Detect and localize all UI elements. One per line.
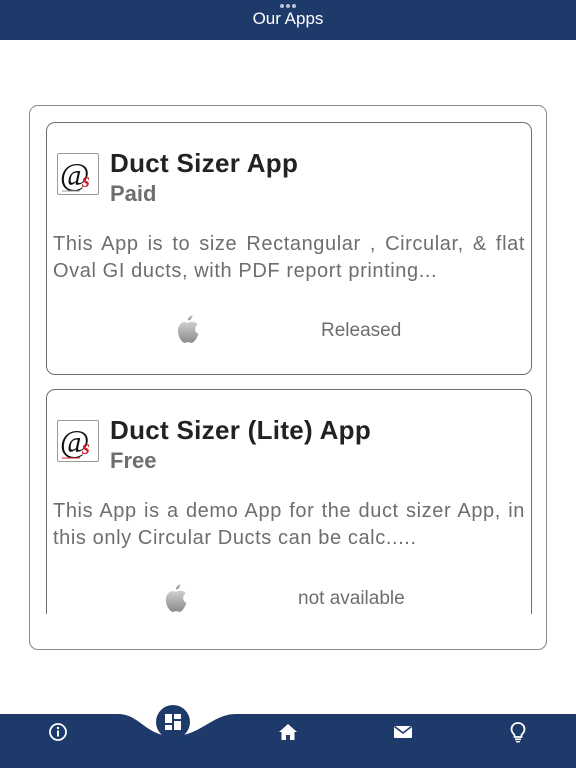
svg-text:s: s: [81, 437, 90, 459]
apps-list-container: @ s Duct Sizer App Paid This App is to s…: [29, 105, 547, 650]
app-description: This App is a demo App for the duct size…: [53, 500, 525, 549]
app-description: This App is to size Rectangular , Circul…: [53, 233, 525, 282]
nav-header: Our Apps: [0, 0, 576, 40]
app-card-duct-sizer[interactable]: @ s Duct Sizer App Paid This App is to s…: [46, 122, 532, 375]
our-apps-screen: Our Apps @ s Duct Sizer App Paid This Ap…: [0, 0, 576, 768]
app-name: Duct Sizer App: [110, 148, 299, 178]
release-status: not available: [298, 588, 405, 609]
app-card-duct-sizer-lite[interactable]: @ s Duct Sizer (Lite) App Free This App …: [46, 389, 532, 614]
apple-icon[interactable]: [160, 582, 190, 614]
svg-text:s: s: [81, 170, 90, 192]
apps-list[interactable]: @ s Duct Sizer App Paid This App is to s…: [30, 106, 546, 614]
app-name: Duct Sizer (Lite) App: [110, 415, 372, 445]
app-price: Free: [110, 448, 157, 473]
info-icon[interactable]: [44, 718, 72, 746]
release-status: Released: [321, 320, 402, 341]
mail-icon[interactable]: [389, 718, 417, 746]
bottom-tab-bar: [0, 700, 576, 768]
apps-grid-icon[interactable]: [156, 705, 190, 739]
apple-icon[interactable]: [172, 313, 202, 345]
duct-sizer-logo-icon: @ s: [57, 153, 99, 195]
home-icon[interactable]: [274, 718, 302, 746]
app-price: Paid: [110, 181, 157, 206]
lightbulb-icon[interactable]: [504, 718, 532, 746]
multitasking-dots-icon[interactable]: [280, 4, 296, 8]
duct-sizer-lite-logo-icon: @ s: [57, 420, 99, 462]
page-title: Our Apps: [252, 9, 324, 28]
